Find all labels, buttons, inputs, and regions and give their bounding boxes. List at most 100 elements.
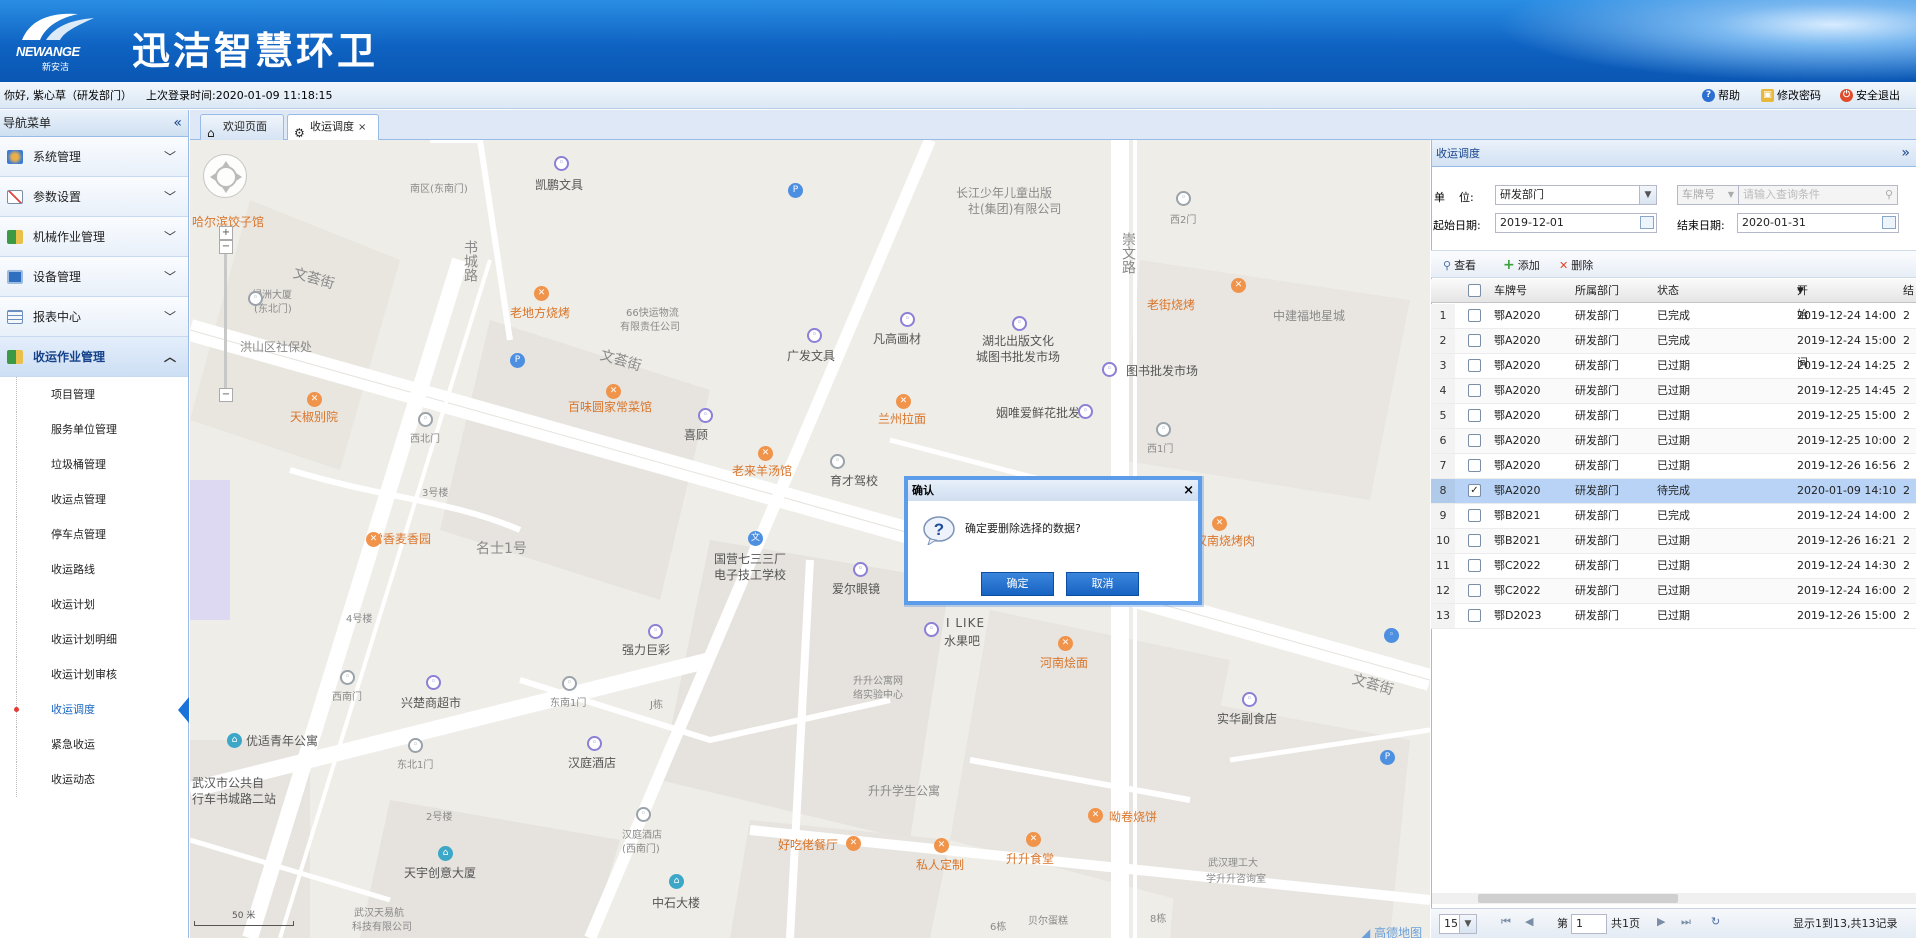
- help-link[interactable]: ? 帮助: [1702, 82, 1740, 109]
- page-size-select[interactable]: 15 ▼: [1439, 914, 1477, 934]
- calendar-icon[interactable]: [1640, 216, 1654, 229]
- zoom-handle-icon[interactable]: −: [219, 388, 233, 402]
- submenu-collection-points[interactable]: 收运点管理: [16, 482, 188, 517]
- logout-link[interactable]: ⏻ 安全退出: [1840, 82, 1900, 109]
- tab-welcome[interactable]: ⌂ 欢迎页面: [200, 114, 284, 140]
- menu-system[interactable]: 系统管理 ﹀: [0, 137, 188, 177]
- table-row[interactable]: 7 鄂A2020 研发部门 已过期 2019-12-26 16:56 2: [1431, 454, 1916, 479]
- table-row[interactable]: 11 鄂C2022 研发部门 已过期 2019-12-24 14:30 2: [1431, 554, 1916, 579]
- menu-reports[interactable]: 报表中心 ﹀: [0, 297, 188, 337]
- collapse-left-icon[interactable]: «: [173, 110, 182, 137]
- last-page-icon[interactable]: ⏭: [1681, 915, 1691, 929]
- row-checkbox[interactable]: [1468, 559, 1481, 572]
- change-password-link[interactable]: ▣ 修改密码: [1761, 82, 1821, 109]
- tab-dispatch[interactable]: ⚙ 收运调度 ×: [287, 114, 379, 141]
- menu-collection[interactable]: 收运作业管理 ︿: [0, 337, 188, 377]
- end-date-field[interactable]: 2020-01-31: [1737, 213, 1899, 233]
- menu-params[interactable]: 参数设置 ﹀: [0, 177, 188, 217]
- col-status[interactable]: 状态: [1657, 279, 1679, 303]
- table-row[interactable]: 4 鄂A2020 研发部门 已过期 2019-12-25 14:45 2: [1431, 379, 1916, 404]
- school-marker-icon: 文: [748, 531, 763, 546]
- table-row[interactable]: 1 鄂A2020 研发部门 已完成 2019-12-24 14:00 2: [1431, 304, 1916, 329]
- submenu-project[interactable]: 项目管理: [16, 377, 188, 412]
- row-checkbox[interactable]: [1468, 409, 1481, 422]
- table-row[interactable]: 10 鄂B2021 研发部门 已过期 2019-12-26 16:21 2: [1431, 529, 1916, 554]
- map-label: 西南门: [332, 692, 362, 703]
- table-row[interactable]: 12 鄂C2022 研发部门 已过期 2019-12-24 16:00 2: [1431, 579, 1916, 604]
- col-dept[interactable]: 所属部门: [1575, 279, 1619, 303]
- table-row[interactable]: 3 鄂A2020 研发部门 已过期 2019-12-24 14:25 2: [1431, 354, 1916, 379]
- prev-page-icon[interactable]: ◀: [1525, 915, 1533, 928]
- restaurant-marker-icon: ✕: [1026, 832, 1041, 847]
- search-input[interactable]: 请输入查询条件 ⚲: [1738, 185, 1898, 205]
- delete-button[interactable]: ✕ 删除: [1559, 257, 1593, 273]
- row-checkbox[interactable]: ✓: [1468, 484, 1481, 497]
- col-end[interactable]: 结: [1903, 279, 1914, 303]
- page-number-input[interactable]: 1: [1571, 914, 1607, 934]
- submenu-parking[interactable]: 停车点管理: [16, 517, 188, 552]
- shop-marker-icon: ◦: [1078, 404, 1093, 419]
- select-all-checkbox[interactable]: [1468, 284, 1481, 297]
- submenu-routes[interactable]: 收运路线: [16, 552, 188, 587]
- view-button[interactable]: ⚲ 查看: [1443, 257, 1476, 273]
- row-checkbox[interactable]: [1468, 309, 1481, 322]
- menu-mechanical[interactable]: 机械作业管理 ﹀: [0, 217, 188, 257]
- submenu-dispatch[interactable]: 收运调度: [14, 692, 188, 727]
- cell-status: 已过期: [1657, 409, 1690, 422]
- submenu-plan-detail[interactable]: 收运计划明细: [16, 622, 188, 657]
- submenu-plan-review[interactable]: 收运计划审核: [16, 657, 188, 692]
- calendar-icon[interactable]: [1882, 216, 1896, 229]
- submenu-plan[interactable]: 收运计划: [16, 587, 188, 622]
- search-icon[interactable]: ⚲: [1885, 186, 1893, 204]
- map-label: 升升食堂: [1006, 852, 1055, 866]
- sort-desc-icon: ▼: [1797, 286, 1804, 296]
- table-row[interactable]: 13 鄂D2023 研发部门 已过期 2019-12-26 15:00 2: [1431, 604, 1916, 629]
- confirm-ok-button[interactable]: 确定: [981, 572, 1054, 596]
- table-row[interactable]: 9 鄂B2021 研发部门 已完成 2019-12-24 14:00 2: [1431, 504, 1916, 529]
- zoom-out-icon[interactable]: −: [219, 240, 233, 254]
- submenu-dynamics[interactable]: 收运动态: [16, 762, 188, 797]
- collapse-right-icon[interactable]: »: [1901, 140, 1910, 167]
- map-label: 呦卷烧饼: [1109, 810, 1158, 824]
- refresh-icon[interactable]: ↻: [1711, 915, 1720, 928]
- row-checkbox[interactable]: [1468, 434, 1481, 447]
- grid-horizontal-scrollbar[interactable]: [1432, 893, 1916, 904]
- delete-icon: ✕: [1559, 258, 1569, 272]
- col-plate[interactable]: 车牌号: [1494, 279, 1527, 303]
- row-checkbox[interactable]: [1468, 509, 1481, 522]
- map-pan-control[interactable]: [203, 154, 247, 198]
- table-row[interactable]: 6 鄂A2020 研发部门 已过期 2019-12-25 10:00 2: [1431, 429, 1916, 454]
- row-checkbox[interactable]: [1468, 534, 1481, 547]
- submenu-bins[interactable]: 垃圾桶管理: [16, 447, 188, 482]
- map-label: 老来羊汤馆: [732, 464, 793, 478]
- menu-label: 机械作业管理: [33, 230, 106, 244]
- start-date-field[interactable]: 2019-12-01: [1495, 213, 1657, 233]
- confirm-cancel-button[interactable]: 取消: [1066, 572, 1139, 596]
- row-checkbox[interactable]: [1468, 384, 1481, 397]
- row-checkbox[interactable]: [1468, 584, 1481, 597]
- cell-plate: 鄂C2022: [1494, 559, 1541, 572]
- unit-select[interactable]: 研发部门 ▼: [1495, 185, 1657, 205]
- panel-header: 收运调度 »: [1432, 140, 1916, 167]
- menu-equipment[interactable]: 设备管理 ﹀: [0, 257, 188, 297]
- dialog-close-icon[interactable]: ×: [1183, 480, 1194, 501]
- row-checkbox[interactable]: [1468, 609, 1481, 622]
- row-checkbox[interactable]: [1468, 334, 1481, 347]
- submenu-service-unit[interactable]: 服务单位管理: [16, 412, 188, 447]
- table-row[interactable]: 8 鄂A2020 研发部门 待完成 2020-01-09 14:10 2 ✓: [1431, 479, 1916, 504]
- plate-field-select[interactable]: 车牌号 ▼: [1677, 185, 1739, 205]
- first-page-icon[interactable]: ⏮: [1501, 915, 1511, 929]
- table-row[interactable]: 5 鄂A2020 研发部门 已过期 2019-12-25 15:00 2: [1431, 404, 1916, 429]
- add-button[interactable]: + 添加: [1503, 257, 1540, 273]
- map-zoom-slider[interactable]: + − −: [219, 226, 233, 406]
- tab-close-icon[interactable]: ×: [358, 122, 366, 133]
- map-view[interactable]: 凯鹏文具 南区(东南门) 长江少年儿童出版 社(集团)有限公司 西2门 哈尔滨饺…: [190, 140, 1430, 938]
- next-page-icon[interactable]: ▶: [1657, 915, 1665, 928]
- submenu-emergency[interactable]: 紧急收运: [16, 727, 188, 762]
- map-label: 升升学生公寓: [868, 784, 941, 798]
- row-checkbox[interactable]: [1468, 359, 1481, 372]
- row-checkbox[interactable]: [1468, 459, 1481, 472]
- scrollbar-thumb[interactable]: [1478, 894, 1678, 903]
- zoom-in-icon[interactable]: +: [219, 226, 233, 240]
- table-row[interactable]: 2 鄂A2020 研发部门 已完成 2019-12-24 15:00 2: [1431, 329, 1916, 354]
